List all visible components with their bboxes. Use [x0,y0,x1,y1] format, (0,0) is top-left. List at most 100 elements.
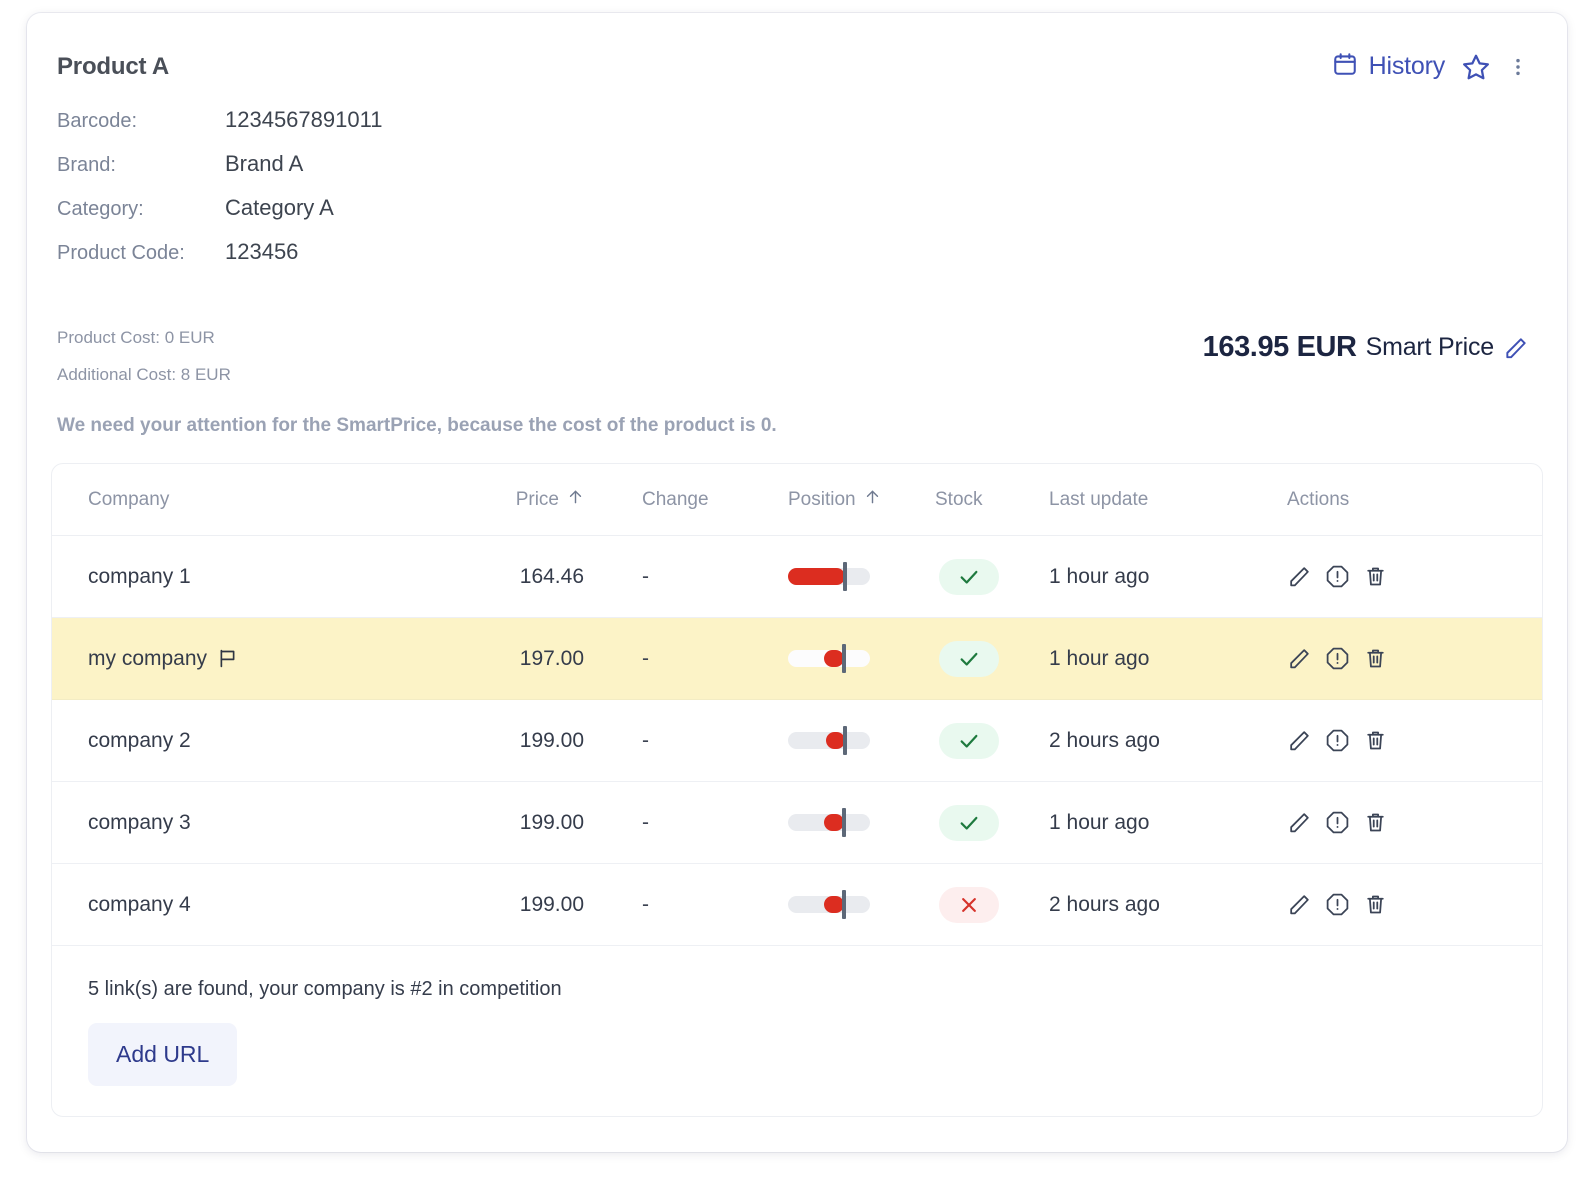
cell-last-update: 2 hours ago [1035,864,1275,946]
cell-last-update: 1 hour ago [1035,618,1275,700]
meta-key: Category: [57,198,225,221]
column-label: Position [788,489,856,511]
position-bar [788,650,870,667]
cell-change: - [612,618,780,700]
cell-position [780,782,935,864]
position-marker [843,726,847,755]
position-bar [788,814,870,831]
row-actions [1275,728,1543,753]
alert-octagon-icon[interactable] [1325,728,1350,753]
history-label: History [1369,52,1445,81]
pencil-icon[interactable] [1287,564,1312,589]
pencil-icon[interactable] [1503,335,1529,361]
trash-icon[interactable] [1363,728,1388,753]
column-header-stock[interactable]: Stock [935,464,1035,536]
add-url-button[interactable]: Add URL [88,1023,237,1086]
column-header-price[interactable]: Price [452,464,612,536]
meta-row-category: Category: Category A [57,195,1567,239]
cell-stock [935,864,1035,946]
cell-company: company 2 [52,700,452,782]
column-label: Company [88,489,169,510]
history-button[interactable]: History [1332,51,1445,82]
alert-octagon-icon[interactable] [1325,892,1350,917]
cell-stock [935,782,1035,864]
trash-icon[interactable] [1363,646,1388,671]
cell-actions [1275,782,1543,864]
cell-actions [1275,700,1543,782]
cell-position [780,864,935,946]
table-row[interactable]: company 4 199.00 - 2 hours ago [52,864,1543,946]
page-title: Product A [57,53,1537,81]
row-actions [1275,810,1543,835]
column-header-last-update[interactable]: Last update [1035,464,1275,536]
row-actions [1275,564,1543,589]
cell-price: 199.00 [452,782,612,864]
links-found-text: 5 link(s) are found, your company is #2 … [88,978,1542,1001]
cell-stock [935,618,1035,700]
status-badge [939,723,999,759]
column-header-position[interactable]: Position [780,464,935,536]
trash-icon[interactable] [1363,810,1388,835]
calendar-icon [1332,51,1358,82]
meta-value: Category A [225,195,334,221]
column-label: Price [516,489,559,511]
cell-actions [1275,864,1543,946]
position-marker [843,562,847,591]
meta-key: Barcode: [57,110,225,133]
company-name: company 3 [88,811,191,835]
arrow-up-icon [567,488,584,512]
position-bar [788,896,870,913]
cell-stock [935,700,1035,782]
product-meta: Barcode: 1234567891011 Brand: Brand A Ca… [27,107,1567,283]
trash-icon[interactable] [1363,564,1388,589]
position-marker [842,808,846,837]
meta-key: Brand: [57,154,225,177]
cell-company: company 4 [52,864,452,946]
cost-block: Product Cost: 0 EUR Additional Cost: 8 E… [27,319,1567,393]
table-body: company 1 164.46 - 1 hour ago [52,536,1543,946]
row-actions [1275,646,1543,671]
cell-position [780,700,935,782]
cell-change: - [612,700,780,782]
pencil-icon[interactable] [1287,646,1312,671]
cell-actions [1275,536,1543,618]
more-vertical-icon[interactable] [1507,53,1529,81]
meta-row-product-code: Product Code: 123456 [57,239,1567,283]
pencil-icon[interactable] [1287,728,1312,753]
alert-octagon-icon[interactable] [1325,564,1350,589]
position-marker [842,890,846,919]
star-icon[interactable] [1461,52,1491,82]
cell-position [780,536,935,618]
status-badge [939,805,999,841]
pencil-icon[interactable] [1287,892,1312,917]
table-row[interactable]: my company 197.00 - 1 hour ago [52,618,1543,700]
competitors-table: Company Price Change [51,463,1543,1117]
status-badge [939,641,999,677]
product-detail-card: Product A History [27,13,1567,1152]
column-label: Last update [1049,489,1148,510]
table-row[interactable]: company 3 199.00 - 1 hour ago [52,782,1543,864]
cell-company: company 1 [52,536,452,618]
table-row[interactable]: company 1 164.46 - 1 hour ago [52,536,1543,618]
table-row[interactable]: company 2 199.00 - 2 hours ago [52,700,1543,782]
cell-last-update: 1 hour ago [1035,782,1275,864]
cell-stock [935,536,1035,618]
column-label: Stock [935,489,983,510]
alert-octagon-icon[interactable] [1325,810,1350,835]
company-name: my company [88,647,207,671]
meta-key: Product Code: [57,242,225,265]
trash-icon[interactable] [1363,892,1388,917]
cell-company: my company [52,618,452,700]
smart-price-block: 163.95 EUR Smart Price [1203,331,1529,364]
cell-last-update: 2 hours ago [1035,700,1275,782]
column-label: Change [642,489,709,510]
pencil-icon[interactable] [1287,810,1312,835]
position-bar [788,568,870,585]
column-header-change[interactable]: Change [612,464,780,536]
meta-value: 123456 [225,239,298,265]
cell-price: 197.00 [452,618,612,700]
cell-actions [1275,618,1543,700]
column-header-company[interactable]: Company [52,464,452,536]
cell-change: - [612,864,780,946]
alert-octagon-icon[interactable] [1325,646,1350,671]
